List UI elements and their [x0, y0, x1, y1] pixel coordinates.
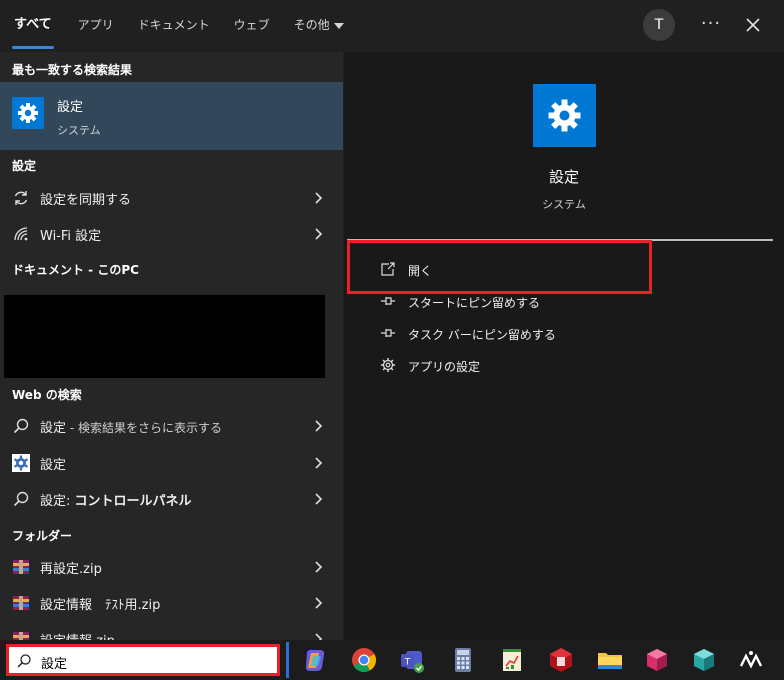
- gear-icon: [381, 358, 395, 372]
- taskbar-search-input[interactable]: 設定: [6, 644, 280, 676]
- avatar[interactable]: T: [643, 9, 675, 41]
- close-button[interactable]: [738, 10, 768, 40]
- web-search-section-header: Web の検索: [12, 388, 82, 402]
- chevron-right-icon: [315, 228, 323, 240]
- chevron-right-icon: [315, 420, 323, 432]
- close-icon: [746, 18, 760, 32]
- chevron-right-icon: [315, 457, 323, 469]
- best-match-item[interactable]: [0, 82, 343, 150]
- chrome-icon[interactable]: [348, 644, 380, 676]
- zip-icon: [13, 632, 29, 640]
- web-query-suffix: - 検索結果をさらに表示する: [66, 421, 222, 435]
- wifi-icon: [14, 227, 28, 241]
- chevron-down-icon: [333, 22, 344, 29]
- search-query: 設定: [41, 657, 68, 672]
- search-icon: [13, 418, 29, 434]
- file-explorer-icon[interactable]: [594, 644, 626, 676]
- tab-more[interactable]: その他: [282, 0, 356, 52]
- list-item-folder[interactable]: 設定情報.zip: [0, 621, 343, 640]
- web-query-bold: コントロールパネル: [74, 494, 192, 509]
- list-item-wifi-settings[interactable]: Wi-Fi 設定: [0, 216, 343, 252]
- more-options-button[interactable]: ···: [696, 10, 726, 40]
- list-item-sync-settings[interactable]: 設定を同期する: [0, 180, 343, 216]
- redacted-document-preview: [4, 295, 325, 378]
- tab-more-label: その他: [293, 18, 330, 32]
- web-query: 設定:: [40, 494, 75, 509]
- gear-icon: [533, 84, 596, 147]
- list-item-web-control-panel[interactable]: 設定: コントロールパネル: [0, 481, 343, 517]
- tab-documents[interactable]: ドキュメント: [126, 0, 222, 52]
- list-item-folder[interactable]: 再設定.zip: [0, 549, 343, 585]
- tab-all[interactable]: すべて: [0, 0, 66, 52]
- cube-pink-icon[interactable]: [641, 644, 673, 676]
- list-item-folder[interactable]: 設定情報 ﾃｽﾄ用.zip: [0, 585, 343, 621]
- gear-icon: [12, 97, 44, 129]
- search-tabs: すべて アプリ ドキュメント ウェブ その他: [0, 0, 356, 52]
- svg-text:T: T: [404, 658, 411, 668]
- action-label: スタートにピン留めする: [408, 296, 541, 310]
- pin-icon: [381, 329, 395, 337]
- chevron-right-icon: [315, 633, 323, 640]
- highlight-box: [347, 240, 652, 294]
- settings-section-header: 設定: [12, 159, 37, 173]
- web-query: 設定: [40, 421, 67, 436]
- list-item-label: Wi-Fi 設定: [40, 229, 102, 244]
- notepad-chart-icon[interactable]: [496, 644, 528, 676]
- detail-title: 設定: [548, 168, 579, 186]
- list-item-label: 再設定.zip: [40, 562, 102, 577]
- zip-icon: [13, 560, 29, 574]
- calculator-icon[interactable]: [447, 644, 479, 676]
- documents-section-header: ドキュメント - このPC: [12, 263, 139, 277]
- list-item-web-search[interactable]: 設定 - 検索結果をさらに表示する: [0, 408, 343, 444]
- best-match-header: 最も一致する検索結果: [12, 63, 133, 77]
- cube-teal-icon[interactable]: [688, 644, 720, 676]
- detail-subtitle: システム: [542, 198, 586, 211]
- best-match-title: 設定: [57, 100, 84, 115]
- chevron-right-icon: [315, 493, 323, 505]
- custom-app-icon[interactable]: [735, 644, 767, 676]
- list-item-label: 設定情報.zip: [40, 630, 115, 640]
- list-item-label: 設定: コントロールパネル: [40, 490, 192, 509]
- sync-icon: [14, 191, 28, 205]
- zip-icon: [13, 596, 29, 610]
- tab-apps[interactable]: アプリ: [66, 0, 126, 52]
- list-item-label: 設定: [40, 458, 67, 473]
- taskbar-separator: [286, 642, 289, 678]
- search-icon: [17, 654, 31, 668]
- list-item-label: 設定情報 ﾃｽﾄ用.zip: [40, 598, 161, 613]
- red-box-icon[interactable]: [545, 644, 577, 676]
- chevron-right-icon: [315, 192, 323, 204]
- pin-icon: [381, 297, 395, 305]
- settings-web-icon: [12, 454, 30, 472]
- list-item-label: 設定を同期する: [40, 193, 132, 208]
- action-label: アプリの設定: [408, 360, 481, 374]
- chevron-right-icon: [315, 561, 323, 573]
- list-item-web-settings[interactable]: 設定: [0, 445, 343, 481]
- teams-icon[interactable]: T: [397, 644, 429, 676]
- tab-web[interactable]: ウェブ: [222, 0, 282, 52]
- list-item-label: 設定 - 検索結果をさらに表示する: [40, 417, 222, 436]
- search-icon: [13, 491, 29, 507]
- folders-section-header: フォルダー: [12, 529, 73, 543]
- top-bar: すべて アプリ ドキュメント ウェブ その他 T ···: [0, 0, 784, 52]
- copilot-icon[interactable]: [299, 644, 331, 676]
- chevron-right-icon: [315, 597, 323, 609]
- best-match-subtitle: システム: [57, 124, 101, 137]
- action-label: タスク バーにピン留めする: [408, 328, 556, 342]
